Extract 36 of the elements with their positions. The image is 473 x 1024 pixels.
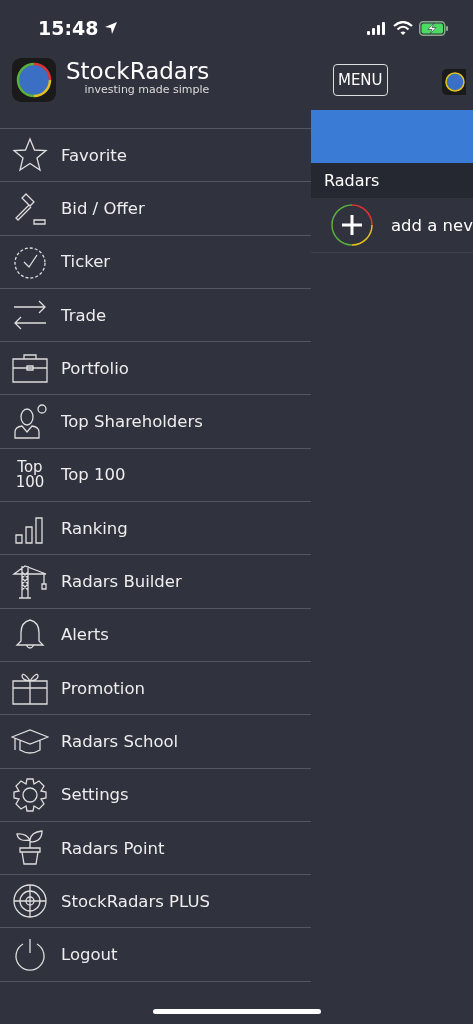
menu-item[interactable]: Alerts [0, 608, 311, 662]
menu-item[interactable]: Radars School [0, 715, 311, 769]
section-title: Radars [323, 171, 380, 190]
app-name: StockRadars [66, 58, 210, 84]
app-tagline: investing made simple [84, 84, 210, 96]
status-time: 15:48 [38, 17, 99, 39]
menu-item[interactable]: Top Shareholders [0, 395, 311, 449]
menu-item[interactable]: Portfolio [0, 342, 311, 396]
menu-item[interactable]: Bid / Offer [0, 182, 311, 236]
menu-item[interactable]: Radars Builder [0, 555, 311, 609]
menu-item[interactable]: Promotion [0, 661, 311, 716]
star-icon [12, 137, 48, 174]
battery-charging-icon [419, 20, 449, 36]
crane-icon [12, 563, 48, 600]
menu-item[interactable]: Radars Point [0, 821, 311, 876]
radar-logo-icon [12, 58, 56, 102]
menu-item[interactable]: Trade [0, 288, 311, 343]
power-icon [12, 936, 48, 973]
location-arrow-icon [104, 21, 119, 35]
menu-item[interactable]: Ticker [0, 235, 311, 289]
radar-target-icon [12, 883, 48, 920]
menu-item[interactable]: Ranking [0, 502, 311, 556]
menu-item[interactable]: Logout [0, 928, 311, 982]
settings-icon [12, 776, 48, 813]
menu-item[interactable]: Favorite [0, 129, 311, 183]
menu-item[interactable]: Settings [0, 768, 311, 822]
signal-icon [367, 21, 387, 35]
menu-button[interactable]: MENU [332, 64, 388, 96]
businessman-icon [12, 403, 48, 440]
top-100-icon: Top 100 [15, 459, 45, 490]
menu-item[interactable]: StockRadars PLUS [0, 875, 311, 929]
wifi-icon [393, 21, 413, 35]
add-radar-row[interactable]: add a nev [310, 198, 473, 253]
add-icon [330, 204, 373, 246]
radar-logo-icon [441, 69, 466, 95]
menu-item[interactable]: Top 100 Top 100 [0, 448, 311, 503]
